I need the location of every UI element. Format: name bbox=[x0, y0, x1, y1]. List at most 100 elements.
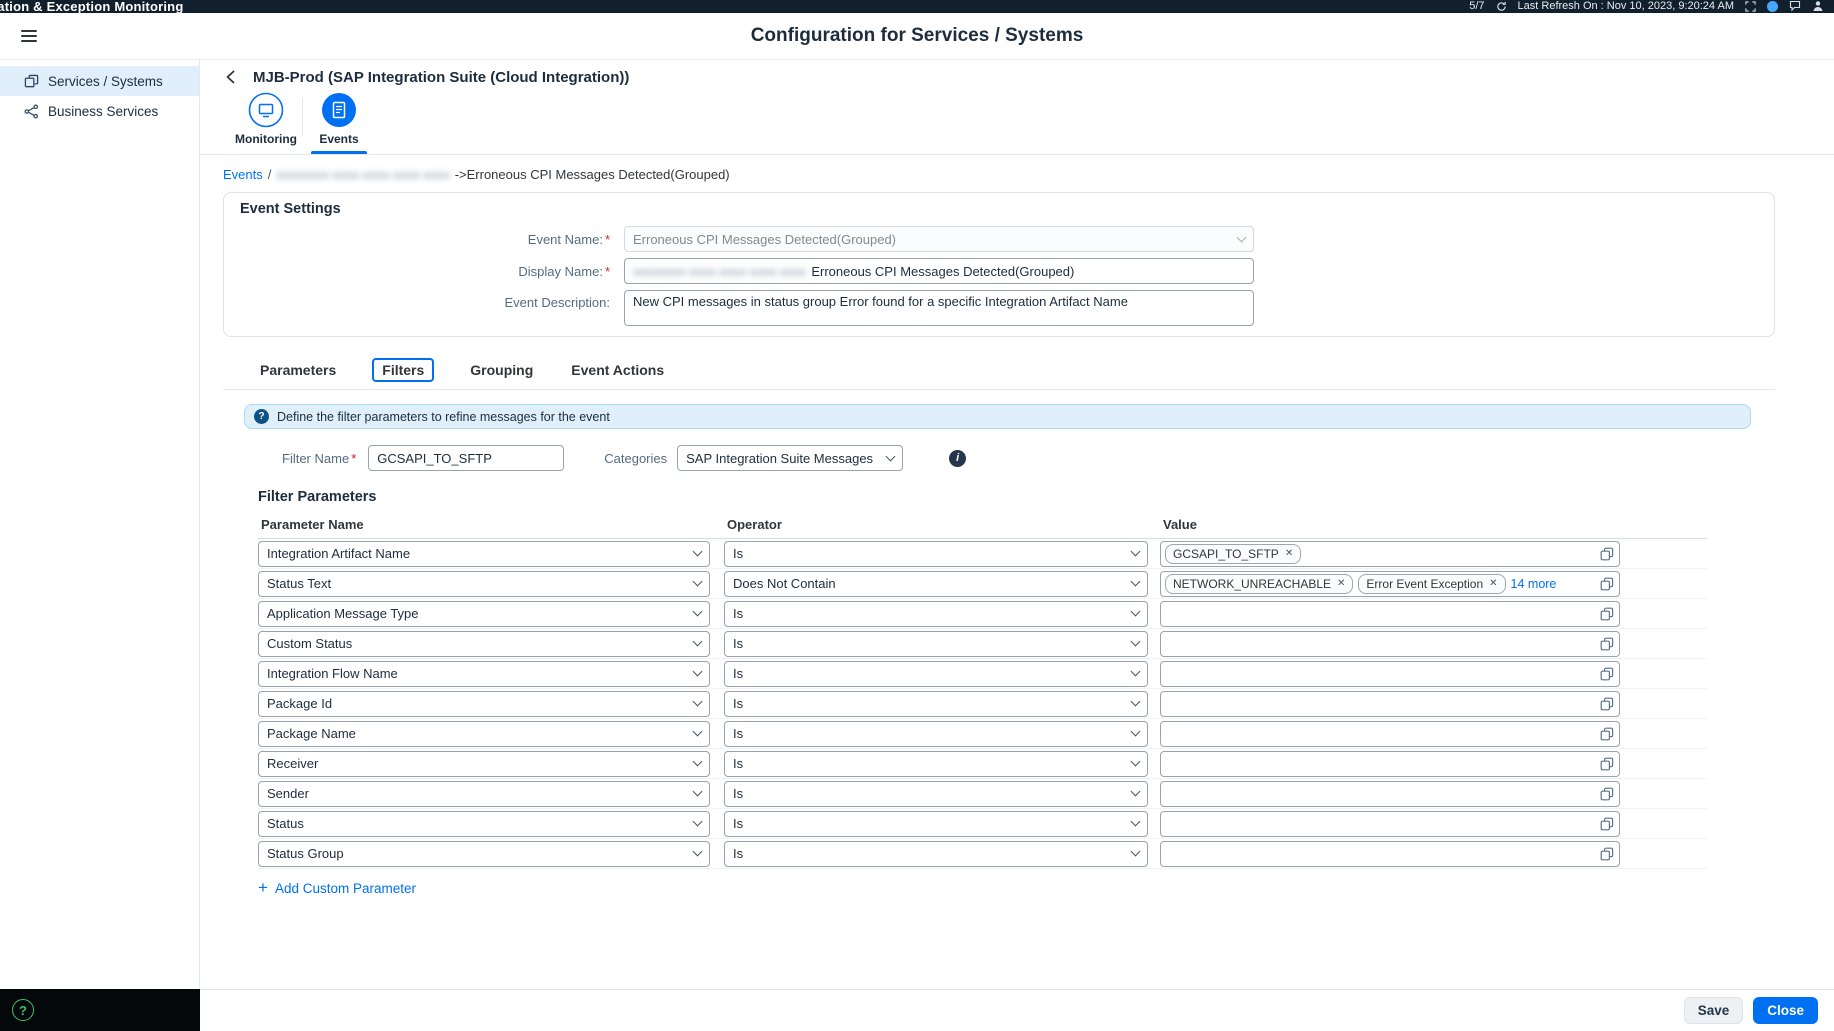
value-input[interactable] bbox=[1160, 691, 1620, 717]
save-button[interactable]: Save bbox=[1684, 997, 1744, 1024]
parameter-name-select[interactable]: Integration Flow Name bbox=[258, 661, 710, 687]
value-help-icon[interactable] bbox=[1600, 637, 1614, 651]
main-content: MJB-Prod (SAP Integration Suite (Cloud I… bbox=[200, 60, 1834, 989]
menu-icon[interactable] bbox=[17, 26, 41, 46]
value-help-icon[interactable] bbox=[1600, 577, 1614, 591]
operator-select[interactable]: Is bbox=[724, 631, 1148, 657]
operator-value: Is bbox=[733, 756, 743, 771]
value-input[interactable] bbox=[1160, 601, 1620, 627]
chevron-down-icon bbox=[693, 817, 703, 827]
value-help-icon[interactable] bbox=[1600, 607, 1614, 621]
filter-parameter-row: Status Text Does Not Contain NETWORK_UNR… bbox=[258, 569, 1707, 599]
parameter-name-select[interactable]: Integration Artifact Name bbox=[258, 541, 710, 567]
operator-select[interactable]: Is bbox=[724, 751, 1148, 777]
display-name-label: Display Name:* bbox=[240, 264, 610, 279]
more-tokens-link[interactable]: 14 more bbox=[1511, 577, 1557, 591]
parameter-name-select[interactable]: Package Name bbox=[258, 721, 710, 747]
parameter-name-select[interactable]: Status bbox=[258, 811, 710, 837]
value-input[interactable] bbox=[1160, 841, 1620, 867]
value-input[interactable] bbox=[1160, 781, 1620, 807]
event-name-select[interactable]: Erroneous CPI Messages Detected(Grouped) bbox=[624, 226, 1254, 252]
tab-filters[interactable]: Filters bbox=[372, 358, 434, 382]
assistant-icon[interactable] bbox=[1767, 1, 1778, 12]
operator-value: Is bbox=[733, 846, 743, 861]
value-help-icon[interactable] bbox=[1600, 667, 1614, 681]
parameter-name-select[interactable]: Status Text bbox=[258, 571, 710, 597]
icon-tab-bar: Monitoring Events bbox=[200, 92, 1834, 154]
operator-select[interactable]: Is bbox=[724, 601, 1148, 627]
parameter-name-select[interactable]: Status Group bbox=[258, 841, 710, 867]
chevron-down-icon bbox=[1131, 757, 1141, 767]
value-help-icon[interactable] bbox=[1600, 787, 1614, 801]
filter-parameter-row: Package Name Is bbox=[258, 719, 1707, 749]
page-title: Configuration for Services / Systems bbox=[0, 25, 1834, 47]
chevron-down-icon bbox=[1131, 727, 1141, 737]
value-help-icon[interactable] bbox=[1600, 547, 1614, 561]
value-token[interactable]: GCSAPI_TO_SFTP✕ bbox=[1165, 544, 1301, 564]
tab-event-actions[interactable]: Event Actions bbox=[569, 359, 666, 381]
token-remove-icon[interactable]: ✕ bbox=[1285, 548, 1293, 559]
token-remove-icon[interactable]: ✕ bbox=[1337, 578, 1345, 589]
value-token[interactable]: NETWORK_UNREACHABLE✕ bbox=[1165, 574, 1353, 594]
operator-value: Is bbox=[733, 606, 743, 621]
back-button[interactable] bbox=[222, 68, 240, 86]
expand-icon[interactable] bbox=[1745, 1, 1756, 12]
help-button[interactable]: ? bbox=[12, 999, 34, 1021]
filter-name-input[interactable] bbox=[368, 445, 564, 471]
operator-select[interactable]: Is bbox=[724, 691, 1148, 717]
parameter-name-select[interactable]: Custom Status bbox=[258, 631, 710, 657]
refresh-icon[interactable] bbox=[1496, 1, 1507, 12]
display-name-input[interactable]: xxxxxxxx-xxxx-xxxx-xxxx-xxxx Erroneous C… bbox=[624, 258, 1254, 284]
value-token[interactable]: Error Event Exception✕ bbox=[1358, 574, 1505, 594]
back-chevron-icon bbox=[224, 70, 238, 84]
parameter-name-select[interactable]: Receiver bbox=[258, 751, 710, 777]
value-input[interactable]: GCSAPI_TO_SFTP✕ bbox=[1160, 541, 1620, 567]
value-help-icon[interactable] bbox=[1600, 697, 1614, 711]
categories-select[interactable]: SAP Integration Suite Messages bbox=[677, 445, 903, 471]
chevron-down-icon bbox=[1131, 817, 1141, 827]
value-input[interactable] bbox=[1160, 811, 1620, 837]
operator-select[interactable]: Is bbox=[724, 661, 1148, 687]
monitoring-icon bbox=[248, 92, 284, 128]
value-help-icon[interactable] bbox=[1600, 817, 1614, 831]
value-help-icon[interactable] bbox=[1600, 847, 1614, 861]
value-input[interactable] bbox=[1160, 751, 1620, 777]
operator-select[interactable]: Is bbox=[724, 541, 1148, 567]
parameter-name-select[interactable]: Application Message Type bbox=[258, 601, 710, 627]
operator-select[interactable]: Is bbox=[724, 781, 1148, 807]
value-input[interactable] bbox=[1160, 631, 1620, 657]
user-icon[interactable] bbox=[1812, 0, 1824, 12]
sidebar-item-business-services[interactable]: Business Services bbox=[0, 96, 199, 126]
add-custom-parameter-button[interactable]: + Add Custom Parameter bbox=[258, 881, 416, 896]
value-input[interactable] bbox=[1160, 721, 1620, 747]
footer-left: ? bbox=[0, 989, 200, 1031]
parameter-name-select[interactable]: Sender bbox=[258, 781, 710, 807]
parameter-name-select[interactable]: Package Id bbox=[258, 691, 710, 717]
token-remove-icon[interactable]: ✕ bbox=[1489, 578, 1497, 589]
operator-select[interactable]: Is bbox=[724, 721, 1148, 747]
value-input[interactable]: NETWORK_UNREACHABLE✕Error Event Exceptio… bbox=[1160, 571, 1620, 597]
tab-parameters[interactable]: Parameters bbox=[258, 359, 338, 381]
chevron-down-icon bbox=[1131, 637, 1141, 647]
value-help-icon[interactable] bbox=[1600, 727, 1614, 741]
breadcrumb-events-link[interactable]: Events bbox=[223, 167, 263, 182]
value-input[interactable] bbox=[1160, 661, 1620, 687]
tab-events[interactable]: Events bbox=[303, 92, 375, 154]
sidebar-item-services-systems[interactable]: Services / Systems bbox=[0, 66, 199, 96]
close-button[interactable]: Close bbox=[1753, 997, 1818, 1024]
operator-select[interactable]: Is bbox=[724, 841, 1148, 867]
filter-name-label: Filter Name* bbox=[282, 451, 356, 466]
info-icon[interactable]: i bbox=[949, 450, 966, 467]
filter-parameter-row: Status Is bbox=[258, 809, 1707, 839]
value-help-icon[interactable] bbox=[1600, 757, 1614, 771]
operator-select[interactable]: Does Not Contain bbox=[724, 571, 1148, 597]
feedback-icon[interactable] bbox=[1789, 0, 1801, 12]
tab-monitoring[interactable]: Monitoring bbox=[230, 92, 302, 154]
parameter-name-value: Package Name bbox=[267, 726, 356, 741]
column-header-value: Value bbox=[1160, 517, 1707, 532]
tab-grouping[interactable]: Grouping bbox=[468, 359, 535, 381]
operator-select[interactable]: Is bbox=[724, 811, 1148, 837]
sidebar: Services / Systems Business Services bbox=[0, 60, 200, 989]
event-description-textarea[interactable]: New CPI messages in status group Error f… bbox=[624, 290, 1254, 326]
chevron-down-icon bbox=[693, 547, 703, 557]
